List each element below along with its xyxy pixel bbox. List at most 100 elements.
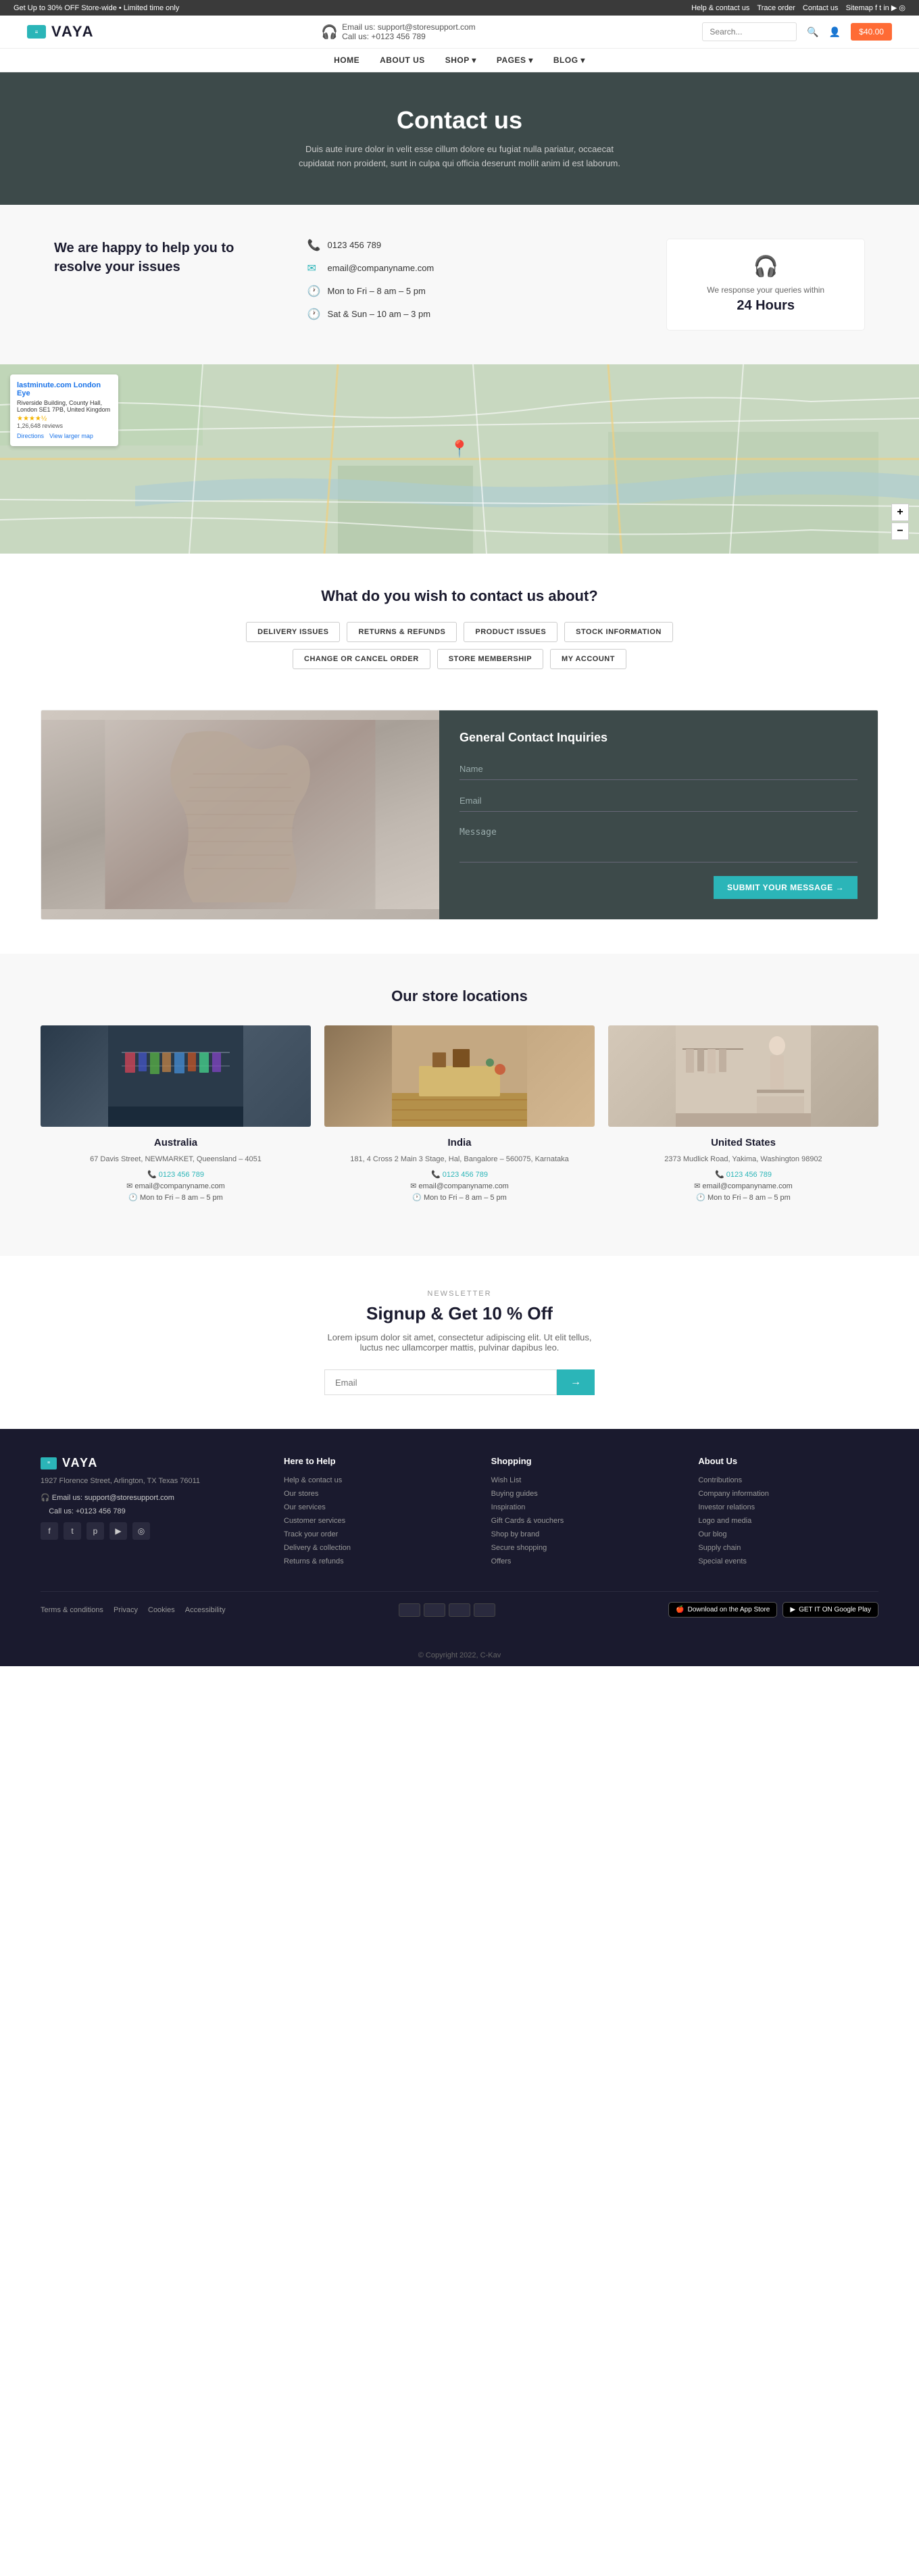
footer-shop-link-5[interactable]: Shop by brand	[491, 1530, 672, 1538]
newsletter-email-input[interactable]	[324, 1369, 557, 1395]
topic-account[interactable]: MY ACCOUNT	[550, 649, 626, 669]
map-zoom-out[interactable]: −	[891, 523, 909, 540]
footer-col-shopping-heading: Shopping	[491, 1456, 672, 1466]
map-zoom-in[interactable]: +	[891, 504, 909, 521]
topic-delivery[interactable]: DELIVERY ISSUES	[246, 622, 340, 642]
store-us-hours: 🕐 Mon to Fri – 8 am – 5 pm	[608, 1193, 878, 1202]
footer-shop-link-7[interactable]: Offers	[491, 1557, 672, 1565]
cart-button[interactable]: $40.00	[851, 23, 892, 41]
store-card-us: United States 2373 Mudlick Road, Yakima,…	[608, 1025, 878, 1202]
footer-accessibility-link[interactable]: Accessibility	[185, 1606, 226, 1614]
footer-bottom-links: Terms & conditions Privacy Cookies Acces…	[41, 1606, 226, 1614]
search-input[interactable]	[702, 22, 797, 41]
support-email: Email us: support@storesupport.com	[342, 22, 476, 32]
nav-home[interactable]: HOME	[334, 55, 359, 65]
user-icon[interactable]: 👤	[829, 26, 841, 38]
footer-about-link-5[interactable]: Our blog	[698, 1530, 878, 1538]
nav-pages[interactable]: PAGES ▾	[497, 55, 533, 65]
store-us-email: ✉ email@companyname.com	[608, 1182, 878, 1190]
store-australia-address: 67 Davis Street, NEWMARKET, Queensland –…	[41, 1154, 311, 1165]
view-larger-link[interactable]: View larger map	[49, 433, 93, 439]
footer-help-link-3[interactable]: Our services	[284, 1503, 464, 1511]
footer-pinterest-icon[interactable]: p	[86, 1522, 104, 1540]
form-email-input[interactable]	[460, 790, 858, 812]
footer-facebook-icon[interactable]: f	[41, 1522, 58, 1540]
contact-info-section: We are happy to help you to resolve your…	[0, 205, 919, 364]
topic-membership[interactable]: STORE MEMBERSHIP	[437, 649, 543, 669]
footer-shop-link-3[interactable]: Inspiration	[491, 1503, 672, 1511]
copyright-bar: © Copyright 2022, C-Kav	[0, 1645, 919, 1666]
contact-email-item: ✉ email@companyname.com	[307, 262, 626, 275]
email-icon: ✉	[307, 262, 321, 275]
store-us-phone: 📞 0123 456 789	[608, 1170, 878, 1179]
footer-help-link-5[interactable]: Track your order	[284, 1530, 464, 1538]
footer-help-link-2[interactable]: Our stores	[284, 1490, 464, 1498]
footer-logo: ≡ VAYA	[41, 1456, 257, 1470]
footer-privacy-link[interactable]: Privacy	[114, 1606, 138, 1614]
footer-help-link-1[interactable]: Help & contact us	[284, 1476, 464, 1484]
footer-help-link-7[interactable]: Returns & refunds	[284, 1557, 464, 1565]
footer-terms-link[interactable]: Terms & conditions	[41, 1606, 103, 1614]
contact-hours2-item: 🕐 Sat & Sun – 10 am – 3 pm	[307, 308, 626, 321]
footer-youtube-icon[interactable]: ▶	[109, 1522, 127, 1540]
topic-stock[interactable]: STOCK INFORMATION	[564, 622, 673, 642]
hero-title: Contact us	[14, 106, 905, 135]
trace-order-link[interactable]: Trace order	[757, 4, 795, 12]
form-heading: General Contact Inquiries	[460, 731, 858, 745]
logo[interactable]: ≡ VAYA	[27, 23, 94, 41]
sitemap-link[interactable]: Sitemap	[846, 4, 873, 12]
topic-change-order[interactable]: CHANGE OR CANCEL ORDER	[293, 649, 430, 669]
newsletter-form: →	[324, 1369, 595, 1395]
footer-col-shopping: Shopping Wish List Buying guides Inspira…	[491, 1456, 672, 1571]
footer-about-link-6[interactable]: Supply chain	[698, 1544, 878, 1552]
map-business-name: lastminute.com London Eye	[17, 381, 111, 397]
footer-shop-link-1[interactable]: Wish List	[491, 1476, 672, 1484]
topic-product[interactable]: PRODUCT ISSUES	[464, 622, 557, 642]
logo-icon: ≡	[27, 25, 46, 39]
footer-about-link-3[interactable]: Investor relations	[698, 1503, 878, 1511]
store-india-address: 181, 4 Cross 2 Main 3 Stage, Hal, Bangal…	[324, 1154, 595, 1165]
google-play-button[interactable]: ▶ GET IT ON Google Play	[783, 1602, 878, 1618]
footer-shop-link-4[interactable]: Gift Cards & vouchers	[491, 1517, 672, 1525]
newsletter-link[interactable]: Help & contact us	[691, 4, 749, 12]
clock-icon: 🕐	[307, 285, 321, 298]
store-card-india: India 181, 4 Cross 2 Main 3 Stage, Hal, …	[324, 1025, 595, 1202]
footer: ≡ VAYA 1927 Florence Street, Arlington, …	[0, 1429, 919, 1645]
footer-about-link-1[interactable]: Contributions	[698, 1476, 878, 1484]
footer-shop-link-6[interactable]: Secure shopping	[491, 1544, 672, 1552]
store-us-address: 2373 Mudlick Road, Yakima, Washington 98…	[608, 1154, 878, 1165]
newsletter-submit-button[interactable]: →	[557, 1369, 595, 1395]
footer-support-label: 🎧 Email us: support@storesupport.com	[41, 1493, 257, 1502]
topics-row-1: DELIVERY ISSUES RETURNS & REFUNDS PRODUC…	[41, 622, 878, 642]
footer-about-link-2[interactable]: Company information	[698, 1490, 878, 1498]
store-india-name: India	[324, 1137, 595, 1148]
footer-about-link-4[interactable]: Logo and media	[698, 1517, 878, 1525]
map-pin-icon: 📍	[449, 439, 470, 459]
store-us-svg	[608, 1025, 878, 1127]
sweater-svg	[41, 720, 439, 909]
nav-about[interactable]: ABOUT US	[380, 55, 425, 65]
payment-icons	[399, 1603, 495, 1617]
footer-help-link-4[interactable]: Customer services	[284, 1517, 464, 1525]
nav-shop[interactable]: SHOP ▾	[445, 55, 476, 65]
footer-help-link-6[interactable]: Delivery & collection	[284, 1544, 464, 1552]
clock2-icon: 🕐	[307, 308, 321, 321]
footer-about-link-7[interactable]: Special events	[698, 1557, 878, 1565]
form-name-input[interactable]	[460, 758, 858, 780]
headset-icon: 🎧	[321, 24, 338, 41]
footer-shop-link-2[interactable]: Buying guides	[491, 1490, 672, 1498]
footer-top: ≡ VAYA 1927 Florence Street, Arlington, …	[41, 1456, 878, 1571]
form-message-input[interactable]	[460, 822, 858, 862]
footer-instagram-icon[interactable]: ◎	[132, 1522, 150, 1540]
logo-text: VAYA	[51, 23, 94, 41]
nav-blog[interactable]: BLOG ▾	[553, 55, 585, 65]
topic-returns[interactable]: RETURNS & REFUNDS	[347, 622, 457, 642]
store-india-hours: 🕐 Mon to Fri – 8 am – 5 pm	[324, 1193, 595, 1202]
form-submit-button[interactable]: SUBMIT YOUR MESSAGE →	[714, 876, 858, 899]
footer-cookies-link[interactable]: Cookies	[148, 1606, 175, 1614]
contact-link[interactable]: Contact us	[803, 4, 839, 12]
app-store-button[interactable]: 🍎 Download on the App Store	[668, 1602, 777, 1618]
search-icon[interactable]: 🔍	[807, 26, 818, 38]
footer-twitter-icon[interactable]: t	[64, 1522, 81, 1540]
directions-link[interactable]: Directions	[17, 433, 44, 439]
